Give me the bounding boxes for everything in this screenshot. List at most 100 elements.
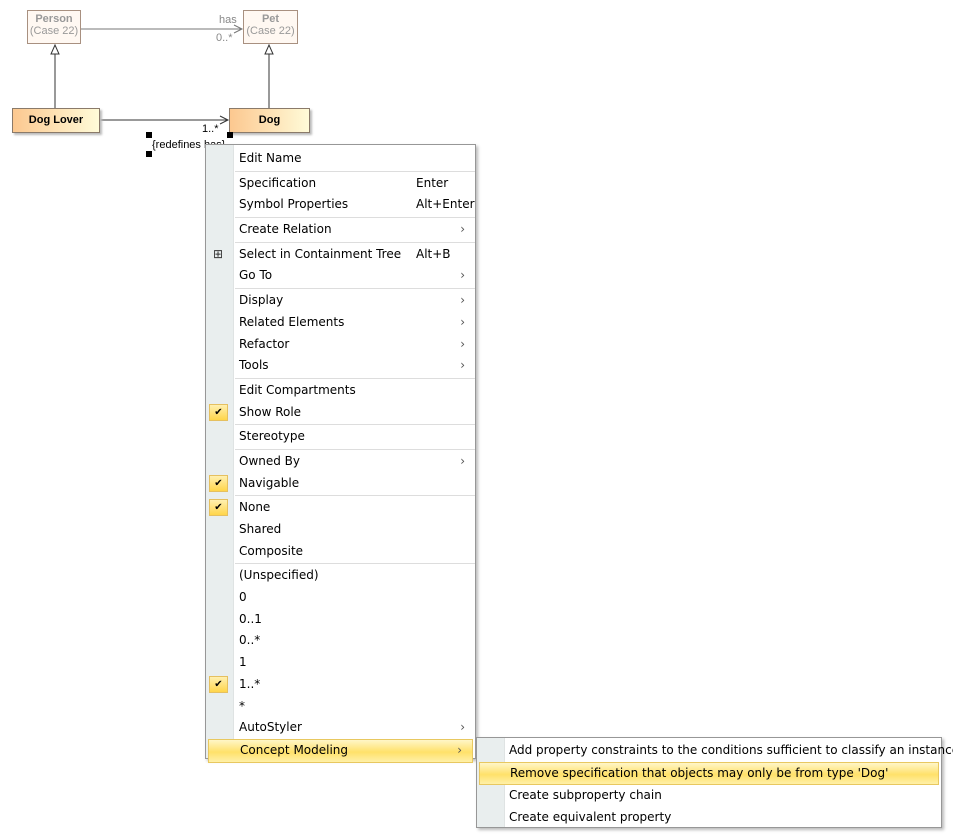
class-dog[interactable]: Dog [229, 108, 310, 133]
menu-item-label: Create Relation [239, 222, 332, 237]
chevron-right-icon: › [460, 358, 465, 373]
containment-tree-icon: ⊞ [213, 246, 224, 261]
menu-item-label: 1..* [239, 676, 261, 691]
menu-item-owned-by[interactable]: Owned By › [206, 451, 475, 473]
menu-item-0[interactable]: 0..* [206, 630, 475, 652]
selection-handle[interactable] [146, 151, 152, 157]
menu-item-display[interactable]: Display › [206, 290, 475, 312]
menu-item-navigable[interactable]: ✔ Navigable [206, 473, 475, 495]
menu-item-tools[interactable]: Tools › [206, 355, 475, 377]
menu-item-label: Owned By [239, 453, 301, 468]
class-person[interactable]: Person (Case 22) [27, 10, 81, 44]
menu-item-label: Edit Compartments [239, 382, 356, 397]
menu-item-composite[interactable]: Composite [206, 541, 475, 563]
menu-item-label: 0..1 [239, 611, 262, 626]
menu-item-label: Stereotype [239, 429, 305, 444]
menu-item-label: * [239, 698, 245, 713]
shortcut-label: Alt+Enter [416, 197, 475, 212]
menu-item-label: Create equivalent property [509, 810, 672, 825]
diagram-connectors [50, 24, 274, 125]
menu-item-label: Go To [239, 268, 273, 283]
chevron-right-icon: › [460, 222, 465, 237]
selection-handle[interactable] [227, 132, 233, 138]
menu-item-label: Select in Containment Tree [239, 246, 402, 261]
check-icon: ✔ [209, 403, 228, 421]
class-name: Pet [261, 13, 280, 25]
menu-item-create-equivalent-property[interactable]: Create equivalent property [477, 807, 941, 829]
menu-item-[interactable]: * [206, 696, 475, 718]
selection-handle[interactable] [146, 132, 152, 138]
chevron-right-icon: › [460, 268, 465, 283]
check-icon: ✔ [209, 675, 228, 693]
menu-item-related-elements[interactable]: Related Elements › [206, 312, 475, 334]
menu-item-0-1[interactable]: 0..1 [206, 609, 475, 631]
menu-item-specification[interactable]: Specification Enter [206, 173, 475, 195]
class-subtitle: (Case 22) [246, 25, 295, 37]
check-icon: ✔ [209, 499, 228, 517]
menu-item-edit-name[interactable]: Edit Name [206, 148, 475, 170]
menu-item-refactor[interactable]: Refactor › [206, 334, 475, 356]
chevron-right-icon: › [460, 314, 465, 329]
menu-item-none[interactable]: ✔ None [206, 497, 475, 519]
menu-item-label: (Unspecified) [239, 568, 319, 583]
menu-item-go-to[interactable]: Go To › [206, 265, 475, 287]
class-subtitle: (Case 22) [29, 25, 79, 37]
class-name: Person [35, 13, 73, 25]
class-pet[interactable]: Pet (Case 22) [243, 10, 298, 44]
multiplicity-dog: 1..* [202, 123, 219, 135]
menu-item-label: Remove specification that objects may on… [510, 765, 889, 780]
chevron-right-icon: › [460, 453, 465, 468]
menu-item-create-subproperty-chain[interactable]: Create subproperty chain [477, 785, 941, 807]
menu-item-1[interactable]: 1 [206, 652, 475, 674]
menu-item-label: 0..* [239, 633, 261, 648]
menu-item-add-property-constraints-to-the-conditions-sufficient-to-classify-an-instance[interactable]: Add property constraints to the conditio… [477, 740, 953, 762]
menu-item-select-in-containment-tree[interactable]: ⊞ Select in Containment Tree Alt+B [206, 244, 475, 266]
menu-item-create-relation[interactable]: Create Relation › [206, 219, 475, 241]
menu-item-label: 0 [239, 590, 247, 605]
menu-item-show-role[interactable]: ✔ Show Role [206, 402, 475, 424]
menu-item-label: Create subproperty chain [509, 788, 662, 803]
check-icon: ✔ [209, 474, 228, 492]
menu-item-label: None [239, 500, 271, 515]
menu-item-label: Display [239, 293, 284, 308]
shortcut-label: Enter [416, 175, 449, 190]
multiplicity-pet: 0..* [216, 32, 233, 44]
menu-item-label: Refactor [239, 336, 290, 351]
menu-item-label: Show Role [239, 404, 302, 419]
menu-separator [235, 170, 475, 172]
menu-separator [235, 424, 475, 426]
menu-item-label: Specification [239, 175, 317, 190]
menu-item-autostyler[interactable]: AutoStyler › [206, 717, 475, 739]
menu-separator [235, 563, 475, 565]
menu-item-0[interactable]: 0 [206, 587, 475, 609]
menu-item-symbol-properties[interactable]: Symbol Properties Alt+Enter [206, 194, 475, 216]
menu-item-label: Edit Name [239, 151, 302, 165]
menu-separator [235, 217, 475, 219]
class-dog-lover[interactable]: Dog Lover [12, 108, 100, 133]
menu-item-label: Symbol Properties [239, 197, 349, 212]
menu-item-label: Composite [239, 543, 304, 558]
role-label-has: has [219, 14, 237, 26]
menu-item-shared[interactable]: Shared [206, 519, 475, 541]
menu-item-label: Add property constraints to the conditio… [509, 743, 953, 757]
chevron-right-icon: › [460, 336, 465, 351]
menu-item-label: AutoStyler [239, 720, 302, 735]
menu-item-stereotype[interactable]: Stereotype [206, 426, 475, 448]
shortcut-label: Alt+B [416, 246, 451, 261]
menu-item-label: Related Elements [239, 314, 345, 329]
context-menu: Edit Name Specification Enter Symbol Proper… [205, 144, 476, 763]
menu-separator [235, 495, 475, 497]
menu-item-concept-modeling[interactable]: Concept Modeling › [208, 738, 473, 763]
menu-separator [235, 288, 475, 290]
chevron-right-icon: › [460, 720, 465, 735]
menu-separator [235, 377, 475, 379]
menu-item-unspecified[interactable]: (Unspecified) [206, 565, 475, 587]
menu-item-remove-specification-that-objects-may-only-be-from-type-dog[interactable]: Remove specification that objects may on… [479, 761, 939, 786]
menu-item-label: Shared [239, 522, 282, 536]
chevron-right-icon: › [460, 293, 465, 308]
menu-item-label: 1 [239, 655, 247, 670]
menu-item-edit-compartments[interactable]: Edit Compartments [206, 380, 475, 402]
concept-modeling-submenu: Add property constraints to the conditio… [476, 737, 953, 829]
menu-item-1[interactable]: ✔ 1..* [206, 674, 475, 696]
menu-item-label: Navigable [239, 475, 300, 490]
